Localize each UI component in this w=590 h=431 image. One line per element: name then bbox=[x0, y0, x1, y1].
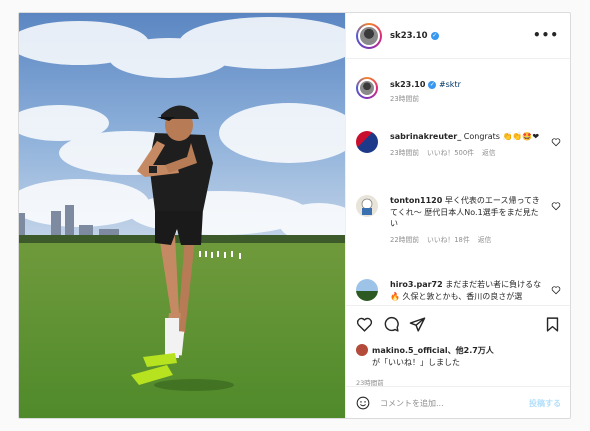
caption-time: 23時間前 bbox=[390, 95, 420, 103]
comment-input[interactable]: コメントを追加... bbox=[380, 398, 529, 409]
comment-username[interactable]: tonton1120 bbox=[390, 196, 442, 205]
heart-icon[interactable] bbox=[356, 316, 373, 333]
reply-button[interactable]: 返信 bbox=[482, 149, 496, 157]
author-username[interactable]: sk23.10 ✓ bbox=[390, 31, 439, 41]
reply-button[interactable]: 返信 bbox=[478, 236, 492, 244]
liker-avatar bbox=[356, 344, 368, 356]
comment-heart-icon[interactable] bbox=[551, 285, 561, 295]
likes-summary[interactable]: makino.5_official、他2.7万人 が「いいね！」しました bbox=[356, 344, 561, 369]
post-photo[interactable] bbox=[19, 13, 345, 418]
comment-likes[interactable]: いいね！18件 bbox=[427, 236, 470, 244]
comment-heart-icon[interactable] bbox=[551, 137, 561, 147]
comment-avatar[interactable] bbox=[356, 195, 378, 217]
post-sidebar: sk23.10 ✓ ••• sk23.10 ✓ #sktr 23時間前 sabrin… bbox=[345, 13, 570, 418]
bookmark-icon[interactable] bbox=[544, 316, 561, 333]
comments-list[interactable]: sk23.10 ✓ #sktr 23時間前 sabrinakreuter_ Con… bbox=[346, 69, 570, 305]
caption-avatar[interactable] bbox=[356, 77, 378, 99]
share-icon[interactable] bbox=[409, 316, 426, 333]
comment-heart-icon[interactable] bbox=[551, 201, 561, 211]
comment-username[interactable]: hiro3.par72 bbox=[390, 280, 443, 289]
verified-badge-icon: ✓ bbox=[430, 31, 439, 40]
verified-badge-icon: ✓ bbox=[428, 81, 437, 89]
caption-hashtag[interactable]: #sktr bbox=[439, 80, 461, 89]
comment-time: 22時間前 bbox=[390, 235, 420, 244]
add-comment-bar: コメントを追加... 投稿する bbox=[346, 386, 570, 418]
more-options-icon[interactable]: ••• bbox=[533, 28, 559, 42]
photo-illustration bbox=[19, 13, 345, 418]
author-avatar[interactable] bbox=[356, 22, 382, 49]
post-actions: makino.5_official、他2.7万人 が「いいね！」しました 23時… bbox=[346, 305, 570, 418]
post-comment-button[interactable]: 投稿する bbox=[529, 398, 561, 409]
post-modal: sk23.10 ✓ ••• sk23.10 ✓ #sktr 23時間前 sabrin… bbox=[18, 12, 571, 419]
comment-avatar[interactable] bbox=[356, 279, 378, 301]
comment-icon[interactable] bbox=[383, 316, 400, 333]
emoji-icon[interactable] bbox=[356, 396, 370, 410]
comment-text: Congrats 👏👏🤩❤ bbox=[463, 132, 540, 141]
caption-username[interactable]: sk23.10 bbox=[390, 80, 425, 89]
comment-avatar[interactable] bbox=[356, 131, 378, 153]
post-header: sk23.10 ✓ ••• bbox=[346, 13, 570, 59]
comment-likes[interactable]: いいね！500件 bbox=[427, 149, 474, 157]
comment-username[interactable]: sabrinakreuter_ bbox=[390, 132, 461, 141]
comment-time: 23時間前 bbox=[390, 148, 420, 157]
